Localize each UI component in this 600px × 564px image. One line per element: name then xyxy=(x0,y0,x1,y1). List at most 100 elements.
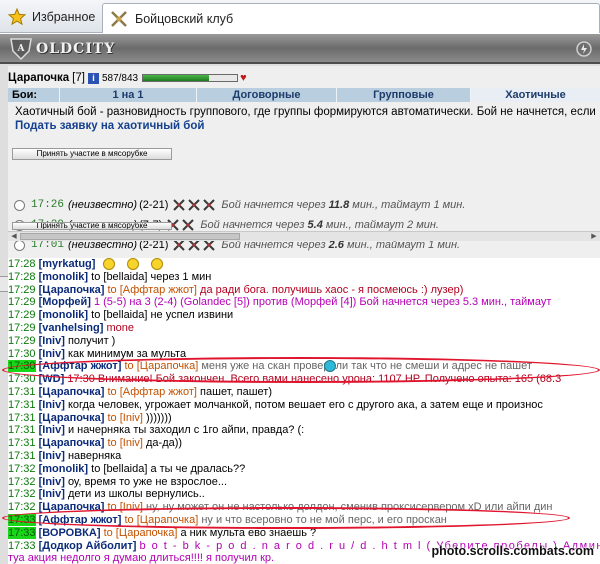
chat-nick[interactable]: [Царапочка] xyxy=(39,501,105,513)
apply-chaotic-link[interactable]: Подать заявку на хаотичный бой xyxy=(15,120,205,132)
chat-recipient[interactable]: to [Царапочка] xyxy=(124,360,198,372)
chat-nick[interactable]: [vanhelsing] xyxy=(39,322,104,334)
game-logo[interactable]: A OLDCITY xyxy=(8,37,115,61)
tab-group[interactable]: Групповые xyxy=(337,88,471,102)
chat-nick[interactable]: [Царапочка] xyxy=(39,284,105,296)
chat-message: 1 (5-5) на 3 (2-4) (Golandec [5]) против… xyxy=(93,296,552,309)
chat-nick[interactable]: [Iniv] xyxy=(39,399,65,411)
fight-level-range: (2-21) xyxy=(139,199,169,211)
chat-message: да-да)) xyxy=(146,437,183,450)
smiley-icon xyxy=(126,258,139,271)
chat-nick[interactable]: [Iniv] xyxy=(39,476,65,488)
chat-nick[interactable]: [monolik] xyxy=(39,463,89,475)
star-icon xyxy=(8,8,26,26)
scroll-thumb[interactable] xyxy=(20,233,240,240)
chat-message: и начерняка ты заходил с 1го айпи, правд… xyxy=(67,424,305,437)
chat-timestamp: 17:29 xyxy=(8,296,36,309)
chat-timestamp: 17:30 xyxy=(8,347,36,360)
join-meat-grinder-button-bottom[interactable]: Принять участие в мясорубке xyxy=(12,222,172,230)
chat-message: как минимум за мульта xyxy=(67,347,187,360)
watermark: photo.scrolls.combats.com xyxy=(431,544,594,558)
chat-nick[interactable]: [Iniv] xyxy=(39,450,65,462)
chat-nick[interactable]: [Додкор Айболит] xyxy=(39,540,137,552)
scroll-right-arrow-icon[interactable]: ▶ xyxy=(589,233,599,241)
horizontal-scrollbar[interactable]: ◀ ▶ xyxy=(8,231,600,241)
scroll-left-arrow-icon[interactable]: ◀ xyxy=(9,233,19,241)
chat-message: меня уже на скан проверили так что не см… xyxy=(201,360,532,373)
crossed-swords-icon xyxy=(188,199,201,211)
player-name[interactable]: Царапочка xyxy=(8,72,69,84)
chat-nick[interactable]: [Царапочка] xyxy=(39,412,105,424)
chat-message: оу, время то уже не взрослое... xyxy=(67,475,228,488)
chat-nick[interactable]: [Аффтар жжот] xyxy=(39,514,122,526)
chat-line: 17:29 [vanhelsing] mone xyxy=(8,322,600,335)
fight-radio[interactable] xyxy=(14,239,25,251)
join-meat-grinder-button[interactable]: Принять участие в мясорубке xyxy=(12,148,172,160)
chat-line: 17:31 [Iniv] и начерняка ты заходил с 1г… xyxy=(8,424,600,437)
chat-line: 17:29 [Iniv] получит ) xyxy=(8,335,600,348)
chat-recipient[interactable]: to [Аффтар жжот] xyxy=(107,284,197,296)
chat-message: mone xyxy=(106,321,134,334)
info-icon[interactable]: i xyxy=(87,72,99,84)
chat-line: 17:31 [Iniv] когда человек, угрожает мол… xyxy=(8,399,600,412)
chat-line: 17:28 [monolik] to [bellaida] через 1 ми… xyxy=(8,271,600,284)
chat-recipient[interactable]: to [Iniv] xyxy=(107,412,142,424)
chat-timestamp: 17:31 xyxy=(8,385,36,398)
chat-line: 17:32 [Iniv] дети из школы вернулись.. xyxy=(8,488,600,501)
crossed-swords-icon xyxy=(173,199,186,211)
fight-radio[interactable] xyxy=(14,199,25,211)
chat-nick[interactable]: [Iniv] xyxy=(39,335,65,347)
chat-nick[interactable]: [WD] xyxy=(39,373,65,385)
tab-chaotic[interactable]: Хаотичные xyxy=(471,88,600,102)
chat-line: 17:30 [Аффтар жжот] to [Царапочка] меня … xyxy=(8,360,600,373)
browser-tab-bar: Избранное Бойцовский клуб xyxy=(0,0,600,33)
chat-timestamp: 17:29 xyxy=(8,334,36,347)
chat-timestamp: 17:29 xyxy=(8,321,36,334)
heart-icon: ♥ xyxy=(240,72,247,84)
chat-timestamp: 17:32 xyxy=(8,488,36,501)
chat-recipient[interactable]: to [Iniv] xyxy=(107,437,142,449)
tab-favorites[interactable]: Избранное xyxy=(2,3,98,31)
chat-nick[interactable]: [Морфей] xyxy=(39,296,91,308)
chat-recipient[interactable]: to [Царапочка] xyxy=(104,527,178,539)
chat-recipient[interactable]: to [Аффтар жжот] xyxy=(107,386,197,398)
hp-bar xyxy=(142,74,239,82)
chat-log: 17:28 [myrkatug] 17:28 [monolik] to [bel… xyxy=(8,258,600,564)
chat-message: получит ) xyxy=(67,334,116,347)
chat-line: 17:32 [Царапочка] to [Iniv] ну, ну может… xyxy=(8,501,600,514)
chat-line: 17:28 [myrkatug] xyxy=(8,258,600,271)
fight-owner: (неизвестно) xyxy=(68,199,138,211)
chat-timestamp: 17:30 xyxy=(8,360,36,373)
chat-recipient[interactable]: to [Iniv] xyxy=(107,501,142,513)
chat-timestamp: 17:31 xyxy=(8,424,36,437)
smiley-icon xyxy=(102,258,115,271)
chat-message: дети из школы вернулись.. xyxy=(67,488,205,501)
tab-1v1[interactable]: 1 на 1 xyxy=(60,88,197,102)
chat-nick[interactable]: [myrkatug] xyxy=(39,258,96,270)
chat-timestamp: 17:31 xyxy=(8,437,36,450)
chat-nick[interactable]: [Аффтар жжот] xyxy=(39,360,122,372)
fight-tabs-label: Бои: xyxy=(8,88,60,102)
chat-recipient[interactable]: to [Царапочка] xyxy=(124,514,198,526)
player-hp-text: 587/843 xyxy=(101,72,139,84)
chat-timestamp: 17:32 xyxy=(8,475,36,488)
chat-message: туа акция недолго я думаю длиться!!!! я … xyxy=(8,552,275,564)
chat-nick[interactable]: [Царапочка] xyxy=(39,386,105,398)
tab-fight-club-label: Бойцовский клуб xyxy=(135,11,234,26)
game-header: A OLDCITY xyxy=(0,34,600,64)
chat-line: 17:29 [Морфей] 1 (5-5) на 3 (2-4) (Golan… xyxy=(8,296,600,309)
chat-timestamp: 17:31 xyxy=(8,411,36,424)
chat-nick[interactable]: [Iniv] xyxy=(39,488,65,500)
chat-nick[interactable]: [Царапочка] xyxy=(39,437,105,449)
fight-row[interactable]: 17:26 (неизвестно) (2-21) Бой начнется чере… xyxy=(14,196,465,214)
crossed-swords-icon xyxy=(203,199,216,211)
chat-message: ну и что всеровно то не мой перс, и его … xyxy=(201,513,447,526)
chat-nick[interactable]: [monolik] xyxy=(39,271,89,283)
tab-fight-club[interactable]: Бойцовский клуб xyxy=(102,3,600,33)
chat-nick[interactable]: [Iniv] xyxy=(39,348,65,360)
tab-agreed[interactable]: Договорные xyxy=(197,88,337,102)
chat-nick[interactable]: [ВОРОВКА] xyxy=(39,527,101,539)
chat-nick[interactable]: [Iniv] xyxy=(39,424,65,436)
chat-timestamp: 17:32 xyxy=(8,462,36,475)
chat-nick[interactable]: [monolik] xyxy=(39,309,89,321)
